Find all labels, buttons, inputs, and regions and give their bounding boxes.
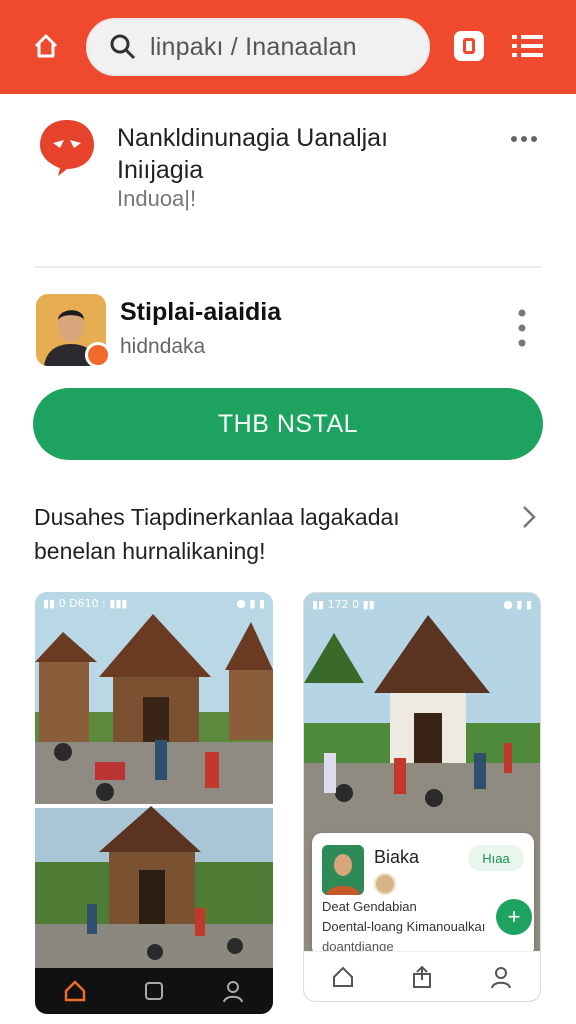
status-bar: ▮▮ 172 0 ▮▮ ● ▮ ▮ bbox=[304, 593, 540, 615]
home-icon[interactable] bbox=[331, 965, 355, 989]
card-avatar bbox=[322, 845, 364, 895]
verified-badge-icon bbox=[85, 342, 111, 368]
card-line-2: Doental-loang Kimanoualkaı bbox=[322, 919, 486, 934]
add-button[interactable]: + bbox=[496, 899, 532, 935]
home-button[interactable] bbox=[28, 28, 64, 64]
plus-icon: + bbox=[507, 904, 521, 929]
badge-button[interactable] bbox=[454, 31, 484, 61]
search-icon bbox=[110, 34, 136, 60]
profile-icon[interactable] bbox=[221, 979, 245, 1003]
menu-icon[interactable] bbox=[512, 32, 544, 60]
app-title-line2: Iniıjagia bbox=[117, 156, 204, 184]
status-right-text: ● ▮ ▮ bbox=[503, 597, 532, 611]
card-line-1: Deat Gendabian bbox=[322, 899, 417, 914]
chevron-right-icon[interactable] bbox=[518, 504, 540, 530]
share-icon[interactable] bbox=[410, 965, 434, 989]
bottom-nav-light bbox=[304, 951, 540, 1001]
developer-name: Stiplai-aiaidia bbox=[120, 298, 282, 326]
status-bar: ▮▮ 0 D610 : ▮▮▮ ● ▮ ▮ bbox=[35, 592, 273, 614]
app-header: Nankldinunagia Uanaljaı Iniıjagia Induoa… bbox=[0, 94, 576, 266]
developer-row[interactable]: Stiplai-aiaidia hidndaka bbox=[0, 280, 576, 380]
screenshot-1[interactable]: ▮▮ 0 D610 : ▮▮▮ ● ▮ ▮ bbox=[35, 592, 273, 1014]
search-input[interactable]: linpakı / Inanaalan bbox=[86, 18, 430, 76]
square-icon[interactable] bbox=[142, 979, 166, 1003]
card-title: Biaka bbox=[374, 847, 420, 867]
status-left-text: ▮▮ 0 D610 : ▮▮▮ bbox=[43, 596, 128, 610]
divider bbox=[34, 266, 542, 268]
card-chip[interactable]: Hıaa bbox=[468, 845, 524, 871]
more-vertical-icon[interactable] bbox=[516, 308, 528, 348]
app-subtitle: Induoa|! bbox=[117, 186, 197, 211]
profile-card[interactable]: Biaka Hıaa Deat Gendabian Doental-loang … bbox=[312, 833, 534, 957]
village-scene-image bbox=[35, 592, 273, 968]
home-icon bbox=[34, 34, 58, 58]
description-line1: Dusahes Tiapdinerkanlaa lagakadaı bbox=[34, 504, 400, 530]
status-left-text: ▮▮ 172 0 ▮▮ bbox=[312, 597, 375, 611]
top-bar: linpakı / Inanaalan bbox=[0, 0, 576, 94]
mini-avatar bbox=[374, 873, 396, 895]
profile-icon[interactable] bbox=[489, 965, 513, 989]
person-icon bbox=[322, 845, 364, 895]
search-query: linpakı / Inanaalan bbox=[150, 32, 357, 61]
bottom-nav-dark bbox=[35, 968, 273, 1014]
app-title-line1: Nankldinunagia Uanaljaı bbox=[117, 124, 389, 152]
screenshot-2[interactable]: ▮▮ 172 0 ▮▮ ● ▮ ▮ Biaka Hıaa Deat Gendab… bbox=[303, 592, 541, 1002]
app-title: Nankldinunagia Uanaljaı Iniıjagia bbox=[117, 122, 517, 186]
more-horizontal-icon[interactable] bbox=[510, 134, 538, 144]
developer-subtitle: hidndaka bbox=[120, 335, 206, 358]
badge-icon bbox=[463, 38, 475, 54]
home-icon[interactable] bbox=[63, 979, 87, 1003]
description-line2: benelan hurnalikaning! bbox=[34, 538, 266, 564]
description[interactable]: Dusahes Tiapdinerkanlaa lagakadaı benela… bbox=[34, 500, 514, 568]
install-button[interactable]: THB NSTAL bbox=[33, 388, 543, 460]
status-right-text: ● ▮ ▮ bbox=[236, 596, 265, 610]
app-logo-icon bbox=[40, 120, 94, 176]
